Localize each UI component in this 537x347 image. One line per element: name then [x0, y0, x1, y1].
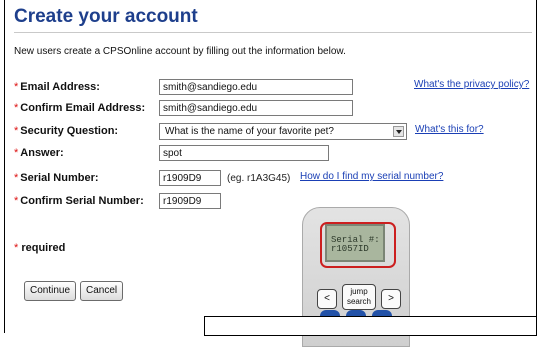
email-field[interactable]: smith@sandiego.edu	[159, 79, 353, 95]
required-star: *	[14, 125, 19, 137]
required-note: * required	[14, 242, 66, 254]
overlay-panel	[204, 316, 537, 336]
security-question-value: What is the name of your favorite pet?	[165, 126, 334, 137]
answer-label: * Answer:	[14, 147, 64, 159]
confirm-serial-label: * Confirm Serial Number:	[14, 195, 144, 207]
confirm-email-field[interactable]: smith@sandiego.edu	[159, 100, 353, 116]
device-key-left: <	[317, 289, 337, 309]
cancel-button[interactable]: Cancel	[80, 281, 124, 301]
title-divider	[14, 32, 532, 33]
find-serial-link[interactable]: How do I find my serial number?	[300, 171, 443, 182]
security-question-label: * Security Question:	[14, 125, 119, 137]
chevron-down-icon[interactable]	[393, 126, 404, 137]
required-star: *	[14, 195, 19, 207]
serial-number-field[interactable]: r1909D9	[159, 170, 221, 186]
required-star: *	[14, 172, 19, 184]
continue-button[interactable]: Continue	[24, 281, 77, 301]
page-title: Create your account	[14, 6, 198, 27]
confirm-email-label: * Confirm Email Address:	[14, 102, 146, 114]
required-star: *	[14, 102, 19, 114]
required-star: *	[14, 147, 19, 159]
confirm-serial-field[interactable]: r1909D9	[159, 193, 221, 209]
whats-this-for-link[interactable]: What's this for?	[415, 124, 484, 135]
security-question-select[interactable]: What is the name of your favorite pet?	[159, 123, 407, 140]
device-key-right: >	[381, 289, 401, 309]
email-label: * Email Address:	[14, 81, 100, 93]
intro-text: New users create a CPSOnline account by …	[14, 46, 346, 57]
privacy-policy-link[interactable]: What's the privacy policy?	[414, 79, 529, 90]
required-star: *	[14, 81, 19, 93]
serial-number-label: * Serial Number:	[14, 172, 99, 184]
answer-field[interactable]: spot	[159, 145, 329, 161]
serial-highlight	[320, 222, 396, 268]
serial-example: (eg. r1A3G45)	[227, 173, 291, 184]
device-key-jump-search: jump search	[342, 284, 376, 310]
